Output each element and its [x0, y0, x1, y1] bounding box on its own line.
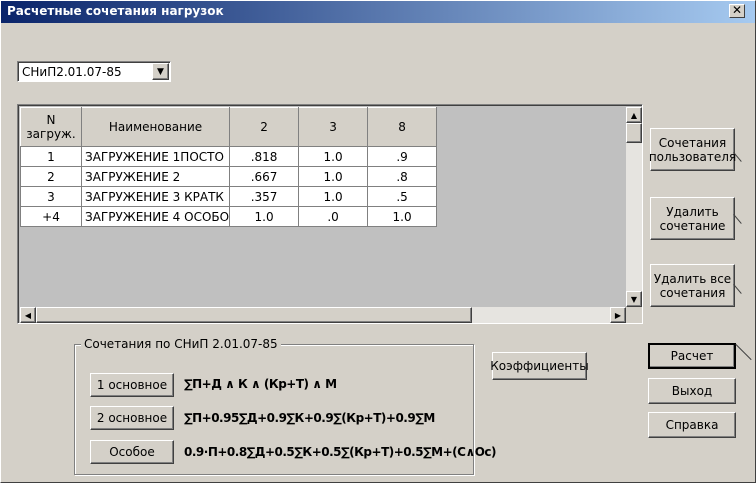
basic-2-button[interactable]: 2 основное [90, 406, 174, 430]
table-cell[interactable]: .8 [367, 166, 438, 187]
vertical-scrollbar[interactable]: ▲ ▼ [626, 107, 642, 307]
formula-basic-1: ∑П+Д ∧ К ∧ (Кр+Т) ∧ М [184, 377, 337, 391]
scroll-thumb-horizontal[interactable] [36, 307, 472, 323]
close-icon[interactable]: ✕ [729, 4, 745, 18]
table-cell[interactable]: 1.0 [298, 146, 369, 167]
delete-all-combinations-button[interactable]: Удалить все сочетания [650, 264, 735, 307]
scroll-corner [626, 307, 642, 323]
table-cell[interactable]: .667 [229, 166, 300, 187]
calculate-button[interactable]: Расчет [648, 343, 736, 369]
table-cell[interactable]: 3 [20, 186, 82, 207]
table-cell[interactable]: 1.0 [229, 206, 300, 227]
grid-area: N загруж. Наименование 2 3 8 1 ЗАГРУЖЕНИ… [20, 107, 626, 307]
table-cell[interactable]: .9 [367, 146, 438, 167]
formula-basic-2: ∑П+0.95∑Д+0.9∑К+0.9∑(Кр+Т)+0.9∑М [184, 411, 435, 425]
table-cell[interactable]: +4 [20, 206, 82, 227]
column-header[interactable]: 8 [367, 107, 438, 147]
table-cell[interactable]: .0 [298, 206, 369, 227]
column-header[interactable]: 3 [298, 107, 369, 147]
user-combinations-button[interactable]: Сочетания пользователя [649, 128, 736, 171]
delete-combination-button[interactable]: Удалить сочетание [650, 197, 735, 240]
special-button[interactable]: Особое [90, 440, 174, 464]
table-cell[interactable]: 1.0 [367, 206, 438, 227]
column-header[interactable]: N загруж. [20, 107, 82, 147]
chevron-down-icon[interactable]: ▼ [152, 63, 169, 80]
table-cell[interactable]: 2 [20, 166, 82, 187]
column-header[interactable]: 2 [229, 107, 300, 147]
table-cell[interactable]: ЗАГРУЖЕНИЕ 4 ОСОБО [80, 206, 231, 227]
table-cell[interactable]: .818 [229, 146, 300, 167]
coefficients-button[interactable]: Коэффициенты [490, 352, 589, 380]
scroll-up-icon[interactable]: ▲ [626, 107, 642, 123]
scroll-down-icon[interactable]: ▼ [626, 291, 642, 307]
table-cell[interactable]: ЗАГРУЖЕНИЕ 3 КРАТК [80, 186, 231, 207]
exit-button[interactable]: Выход [648, 378, 736, 404]
table-cell[interactable]: 1 [20, 146, 82, 167]
table-cell[interactable]: ЗАГРУЖЕНИЕ 1ПОСТО [80, 146, 231, 167]
table-row[interactable]: 2 ЗАГРУЖЕНИЕ 2 .667 1.0 .8 [20, 166, 438, 187]
table-row[interactable]: +4 ЗАГРУЖЕНИЕ 4 ОСОБО 1.0 .0 1.0 [20, 206, 438, 227]
table-cell[interactable]: .357 [229, 186, 300, 207]
norm-select-value: СНиП2.01.07-85 [22, 65, 122, 79]
horizontal-scrollbar[interactable]: ◀ ▶ [20, 307, 626, 323]
table-header-row: N загруж. Наименование 2 3 8 [20, 107, 438, 147]
table-cell[interactable]: ЗАГРУЖЕНИЕ 2 [80, 166, 231, 187]
loads-grid: N загруж. Наименование 2 3 8 1 ЗАГРУЖЕНИ… [17, 104, 643, 324]
basic-1-button[interactable]: 1 основное [90, 373, 174, 397]
help-button[interactable]: Справка [648, 412, 736, 438]
table-row[interactable]: 3 ЗАГРУЖЕНИЕ 3 КРАТК .357 1.0 .5 [20, 186, 438, 207]
table-cell[interactable]: .5 [367, 186, 438, 207]
loads-table: N загруж. Наименование 2 3 8 1 ЗАГРУЖЕНИ… [20, 107, 438, 227]
scroll-right-icon[interactable]: ▶ [610, 307, 626, 323]
formula-special: 0.9·П+0.8∑Д+0.5∑К+0.5∑(Кр+Т)+0.5∑М+(С∧Ос… [184, 445, 497, 459]
scroll-thumb[interactable] [626, 123, 642, 143]
window-title: Расчетные сочетания нагрузок [7, 4, 224, 18]
edge-decoration [735, 343, 752, 361]
title-bar: Расчетные сочетания нагрузок ✕ [1, 1, 755, 23]
scroll-left-icon[interactable]: ◀ [20, 307, 36, 323]
snip-group-label: Сочетания по СНиП 2.01.07-85 [81, 337, 281, 351]
dialog-window: Расчетные сочетания нагрузок ✕ СНиП2.01.… [0, 0, 756, 483]
table-cell[interactable]: 1.0 [298, 186, 369, 207]
table-row[interactable]: 1 ЗАГРУЖЕНИЕ 1ПОСТО .818 1.0 .9 [20, 146, 438, 167]
norm-select[interactable]: СНиП2.01.07-85 ▼ [17, 61, 171, 82]
table-cell[interactable]: 1.0 [298, 166, 369, 187]
column-header[interactable]: Наименование [80, 107, 231, 147]
